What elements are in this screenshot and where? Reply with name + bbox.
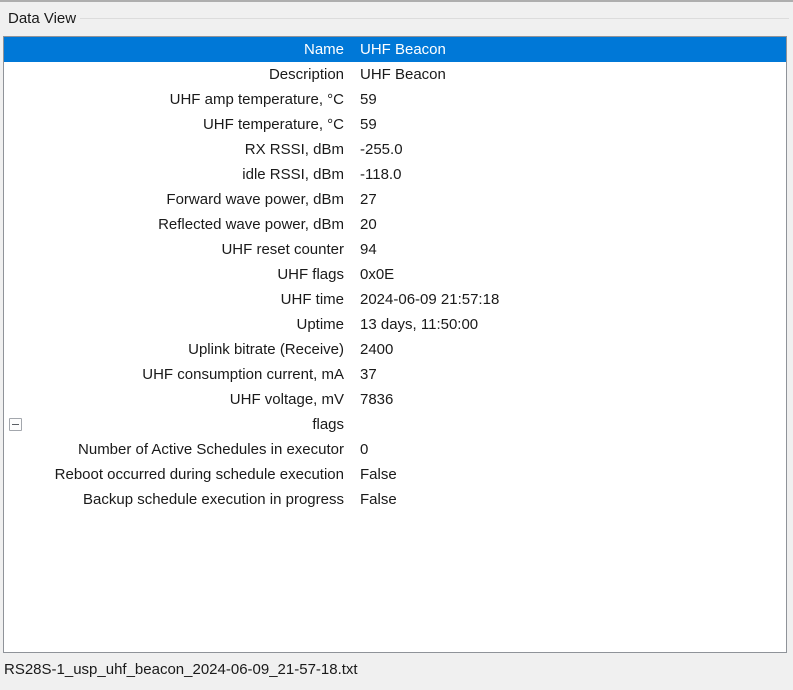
row-label: flags <box>4 416 356 433</box>
row-label: Reflected wave power, dBm <box>4 216 356 233</box>
row-label: Backup schedule execution in progress <box>4 491 356 508</box>
row-label: UHF time <box>4 291 356 308</box>
row-value: -255.0 <box>356 141 786 158</box>
row-value: 13 days, 11:50:00 <box>356 316 786 333</box>
groupbox-border-line <box>76 18 789 19</box>
row-value: False <box>356 466 786 483</box>
row-value: 20 <box>356 216 786 233</box>
listview-header-row[interactable]: Name UHF Beacon <box>4 37 786 62</box>
data-view-panel: Data View Name UHF Beacon Description UH… <box>0 0 793 690</box>
row-value: False <box>356 491 786 508</box>
row-label: idle RSSI, dBm <box>4 166 356 183</box>
row-label: Uptime <box>4 316 356 333</box>
row-value: UHF Beacon <box>356 66 786 83</box>
status-bar: RS28S-1_usp_uhf_beacon_2024-06-09_21-57-… <box>0 653 793 690</box>
row-label: RX RSSI, dBm <box>4 141 356 158</box>
table-row[interactable]: UHF temperature, °C 59 <box>4 112 786 137</box>
row-label: UHF flags <box>4 266 356 283</box>
row-label: Reboot occurred during schedule executio… <box>4 466 356 483</box>
minus-box-icon[interactable] <box>9 418 22 431</box>
row-label: UHF voltage, mV <box>4 391 356 408</box>
table-rows: Description UHF Beacon UHF amp temperatu… <box>4 62 786 512</box>
table-row[interactable]: UHF consumption current, mA 37 <box>4 362 786 387</box>
row-value: 59 <box>356 116 786 133</box>
row-label: UHF reset counter <box>4 241 356 258</box>
header-value-column[interactable]: UHF Beacon <box>356 41 786 58</box>
row-value: 27 <box>356 191 786 208</box>
row-label: Forward wave power, dBm <box>4 191 356 208</box>
table-row[interactable]: idle RSSI, dBm -118.0 <box>4 162 786 187</box>
table-row[interactable]: Backup schedule execution in progress Fa… <box>4 487 786 512</box>
row-label: Uplink bitrate (Receive) <box>4 341 356 358</box>
row-value: 37 <box>356 366 786 383</box>
row-label: UHF temperature, °C <box>4 116 356 133</box>
table-row[interactable]: UHF amp temperature, °C 59 <box>4 87 786 112</box>
table-row[interactable]: Forward wave power, dBm 27 <box>4 187 786 212</box>
table-row[interactable]: Uplink bitrate (Receive) 2400 <box>4 337 786 362</box>
row-label: Number of Active Schedules in executor <box>4 441 356 458</box>
table-row[interactable]: Reboot occurred during schedule executio… <box>4 462 786 487</box>
row-value: 2024-06-09 21:57:18 <box>356 291 786 308</box>
table-row[interactable]: RX RSSI, dBm -255.0 <box>4 137 786 162</box>
header-name-column[interactable]: Name <box>4 41 356 58</box>
status-filename: RS28S-1_usp_uhf_beacon_2024-06-09_21-57-… <box>4 661 358 678</box>
panel-title: Data View <box>8 10 80 27</box>
row-value: 94 <box>356 241 786 258</box>
table-row[interactable]: UHF voltage, mV 7836 <box>4 387 786 412</box>
table-row[interactable]: UHF flags 0x0E <box>4 262 786 287</box>
row-value: -118.0 <box>356 166 786 183</box>
table-row[interactable]: UHF reset counter 94 <box>4 237 786 262</box>
panel-top-border <box>0 0 793 2</box>
row-value: 2400 <box>356 341 786 358</box>
row-label: Description <box>4 66 356 83</box>
row-value: 0x0E <box>356 266 786 283</box>
row-value: 59 <box>356 91 786 108</box>
row-label: UHF amp temperature, °C <box>4 91 356 108</box>
table-row[interactable]: Uptime 13 days, 11:50:00 <box>4 312 786 337</box>
table-row[interactable]: Number of Active Schedules in executor 0 <box>4 437 786 462</box>
table-row[interactable]: flags <box>4 412 786 437</box>
row-value: 0 <box>356 441 786 458</box>
table-row[interactable]: UHF time 2024-06-09 21:57:18 <box>4 287 786 312</box>
telemetry-listview[interactable]: Name UHF Beacon Description UHF Beacon U… <box>3 36 787 653</box>
row-label: UHF consumption current, mA <box>4 366 356 383</box>
row-value: 7836 <box>356 391 786 408</box>
table-row[interactable]: Description UHF Beacon <box>4 62 786 87</box>
table-row[interactable]: Reflected wave power, dBm 20 <box>4 212 786 237</box>
